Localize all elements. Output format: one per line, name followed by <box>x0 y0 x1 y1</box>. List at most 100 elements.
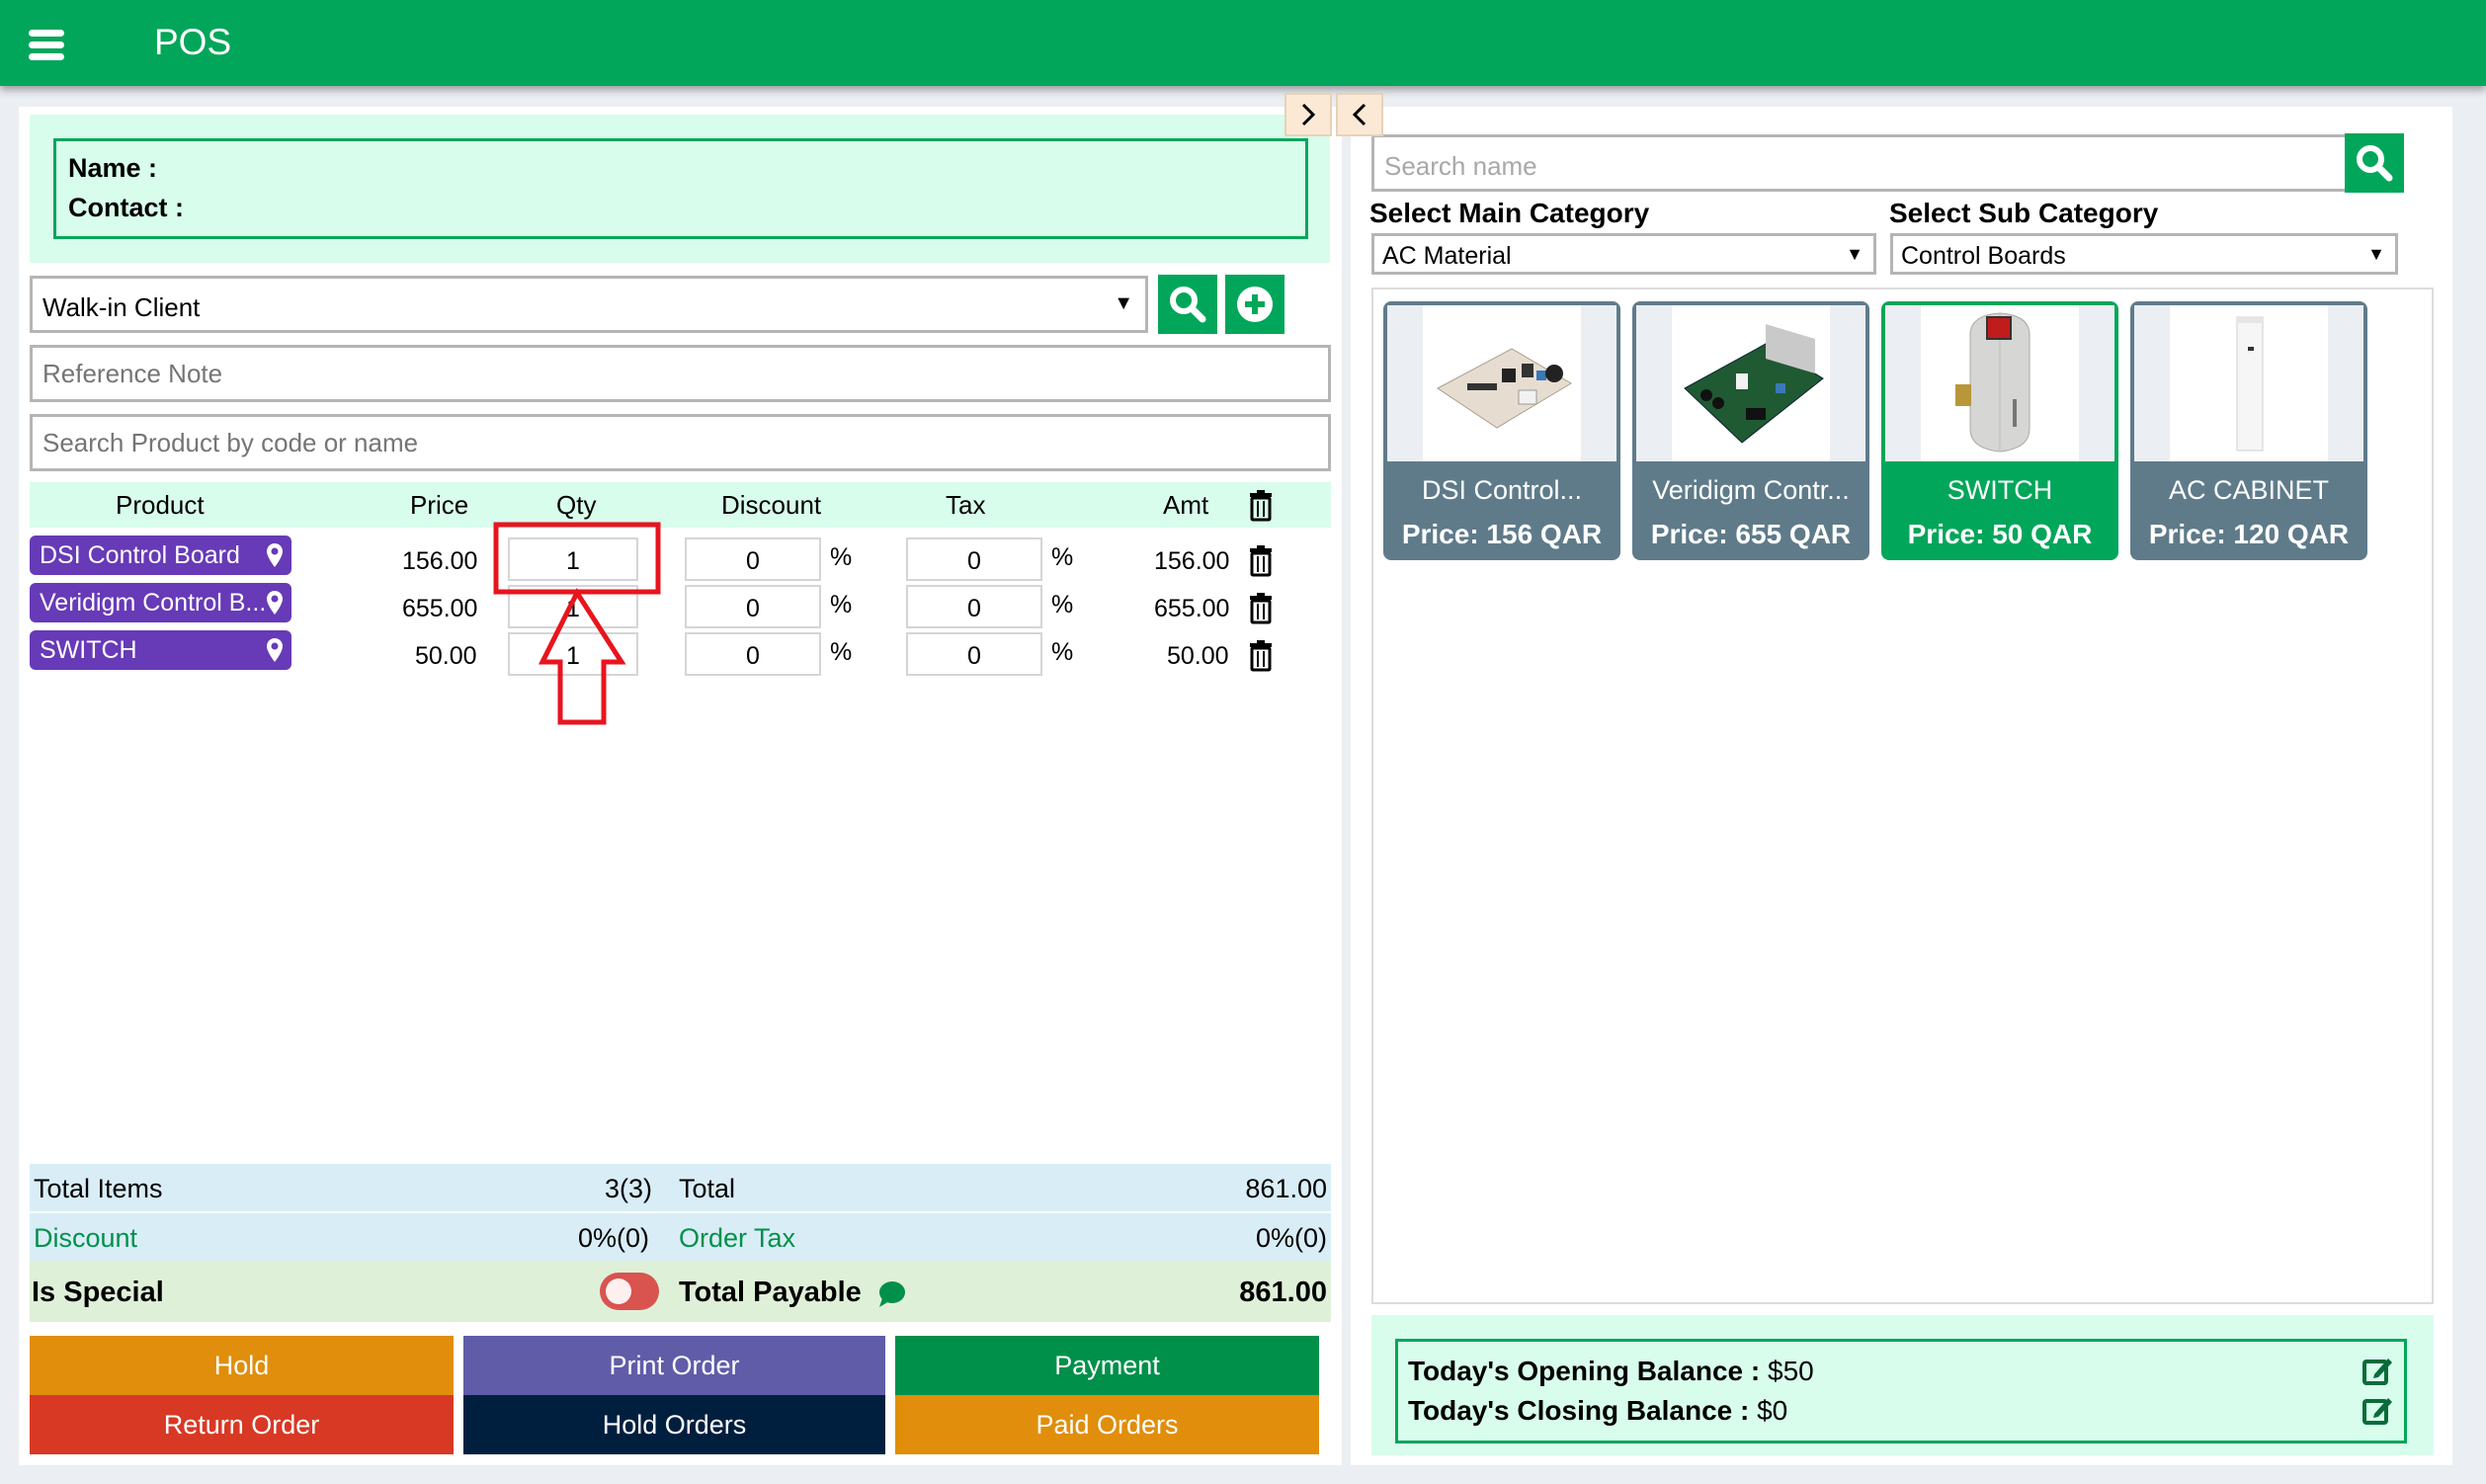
product-search-button[interactable] <box>2345 133 2404 193</box>
main-category-value: AC Material <box>1382 242 1512 270</box>
col-product: Product <box>116 490 205 520</box>
reference-note-input[interactable] <box>30 345 1331 402</box>
closing-balance-value: $0 <box>1757 1395 1788 1426</box>
percent-sign: % <box>1051 591 1074 618</box>
product-search-input[interactable] <box>30 414 1331 471</box>
location-pin-icon[interactable] <box>266 542 284 568</box>
hold-button[interactable]: Hold <box>30 1336 454 1395</box>
add-client-button[interactable] <box>1225 275 1284 334</box>
opening-balance-value: $50 <box>1768 1356 1814 1386</box>
circuit-board-image <box>1684 324 1824 444</box>
hold-orders-button[interactable]: Hold Orders <box>463 1395 885 1454</box>
opening-balance: Today's Opening Balance : $50 <box>1408 1356 1814 1387</box>
return-order-button[interactable]: Return Order <box>30 1395 454 1454</box>
sub-category-value: Control Boards <box>1901 242 2066 270</box>
comment-icon[interactable] <box>876 1280 906 1308</box>
qty-input[interactable]: 1 <box>508 632 638 676</box>
tax-input[interactable]: 0 <box>906 537 1042 581</box>
payment-button[interactable]: Payment <box>895 1336 1319 1395</box>
percent-sign: % <box>830 543 853 571</box>
search-icon <box>1170 287 1206 323</box>
is-special-toggle[interactable] <box>600 1273 659 1310</box>
product-image-frame <box>2134 305 2363 461</box>
total-value: 861.00 <box>1245 1174 1327 1203</box>
tax-input[interactable]: 0 <box>906 632 1042 676</box>
delete-row-trash-icon[interactable] <box>1248 543 1274 577</box>
switch-plug-image <box>1955 312 2030 453</box>
product-card[interactable]: Veridigm Contr... Price: 655 QAR <box>1632 301 1869 560</box>
product-card[interactable]: DSI Control... Price: 156 QAR <box>1383 301 1620 560</box>
delete-row-trash-icon[interactable] <box>1248 591 1274 624</box>
location-pin-icon[interactable] <box>266 590 284 616</box>
product-card-name: Veridigm Contr... <box>1652 475 1850 505</box>
balance-section: Today's Opening Balance : $50 Today's Cl… <box>1371 1315 2434 1455</box>
discount-input[interactable]: 0 <box>685 585 821 628</box>
col-discount: Discount <box>721 490 822 520</box>
paid-orders-button[interactable]: Paid Orders <box>895 1395 1319 1454</box>
percent-sign: % <box>1051 543 1074 571</box>
sub-category-label: Select Sub Category <box>1889 198 2159 228</box>
edit-opening-balance-icon[interactable] <box>2362 1356 2394 1385</box>
row-amount: 50.00 <box>1167 642 1229 670</box>
contact-label: Contact : <box>68 193 184 222</box>
discount-input[interactable]: 0 <box>685 632 821 676</box>
closing-balance: Today's Closing Balance : $0 <box>1408 1395 1787 1427</box>
product-name: Veridigm Control B... <box>40 589 267 617</box>
print-order-button[interactable]: Print Order <box>463 1336 885 1395</box>
edit-closing-balance-icon[interactable] <box>2362 1395 2394 1425</box>
product-card-price: Price: 655 QAR <box>1650 519 1852 549</box>
tax-input[interactable]: 0 <box>906 585 1042 628</box>
product-name-search-input[interactable]: Search name <box>1371 134 2351 192</box>
hamburger-menu-icon[interactable] <box>29 30 64 60</box>
main-category-label: Select Main Category <box>1369 198 1650 228</box>
product-card-name: SWITCH <box>1947 475 2053 505</box>
col-price: Price <box>410 490 469 520</box>
order-row: DSI Control Board 156.00 1 0 % 0 % 156.0… <box>30 536 1331 581</box>
order-panel: Name : Contact : Walk-in Client ▼ Produc… <box>19 107 1342 1465</box>
total-payable-value: 861.00 <box>1239 1277 1327 1308</box>
percent-sign: % <box>830 591 853 618</box>
product-pill[interactable]: Veridigm Control B... <box>30 583 291 622</box>
order-row: Veridigm Control B... 655.00 1 0 % 0 % 6… <box>30 583 1331 628</box>
discount-input[interactable]: 0 <box>685 537 821 581</box>
expand-left-button[interactable] <box>1336 93 1383 136</box>
product-pill[interactable]: DSI Control Board <box>30 536 291 575</box>
product-image <box>1672 305 1830 461</box>
row-amount: 655.00 <box>1154 595 1230 622</box>
qty-input[interactable]: 1 <box>508 537 638 581</box>
total-items-value: 3(3) <box>605 1174 653 1203</box>
product-card[interactable]: AC CABINET Price: 120 QAR <box>2130 301 2367 560</box>
app-header: POS <box>0 0 2486 86</box>
row-price: 156.00 <box>402 547 478 575</box>
delete-row-trash-icon[interactable] <box>1248 638 1274 672</box>
totals-row-payable: Is Special Total Payable 861.00 <box>30 1261 1331 1322</box>
row-price: 655.00 <box>402 595 478 622</box>
product-image-frame <box>1885 305 2114 461</box>
product-image <box>2170 305 2328 461</box>
sub-category-select[interactable]: Control Boards ▼ <box>1890 233 2398 275</box>
product-image <box>1423 305 1581 461</box>
discount-value: 0%(0) <box>578 1223 650 1253</box>
discount-link[interactable]: Discount <box>34 1223 137 1254</box>
location-pin-icon[interactable] <box>266 637 284 663</box>
col-qty: Qty <box>556 490 597 520</box>
product-card-price: Price: 156 QAR <box>1401 519 1603 549</box>
order-tax-value: 0%(0) <box>1255 1223 1327 1253</box>
product-image-frame <box>1636 305 1865 461</box>
expand-right-button[interactable] <box>1284 93 1332 136</box>
client-select[interactable]: Walk-in Client ▼ <box>30 276 1148 333</box>
totals-row-discount: Discount 0%(0) Order Tax 0%(0) <box>30 1213 1331 1261</box>
clear-all-trash-icon[interactable] <box>1248 488 1274 522</box>
search-client-button[interactable] <box>1158 275 1217 334</box>
toggle-knob <box>606 1278 631 1304</box>
percent-sign: % <box>830 638 853 666</box>
order-table-header: Product Price Qty Discount Tax Amt <box>30 482 1331 528</box>
main-category-select[interactable]: AC Material ▼ <box>1371 233 1876 275</box>
name-label: Name : <box>68 153 158 183</box>
qty-input[interactable]: 1 <box>508 585 638 628</box>
product-panel: Search name Select Main Category Select … <box>1351 107 2452 1465</box>
product-pill[interactable]: SWITCH <box>30 630 291 670</box>
product-card-selected[interactable]: SWITCH Price: 50 QAR <box>1881 301 2118 560</box>
dropdown-arrow-icon: ▼ <box>2367 244 2385 264</box>
order-tax-link[interactable]: Order Tax <box>679 1223 795 1254</box>
